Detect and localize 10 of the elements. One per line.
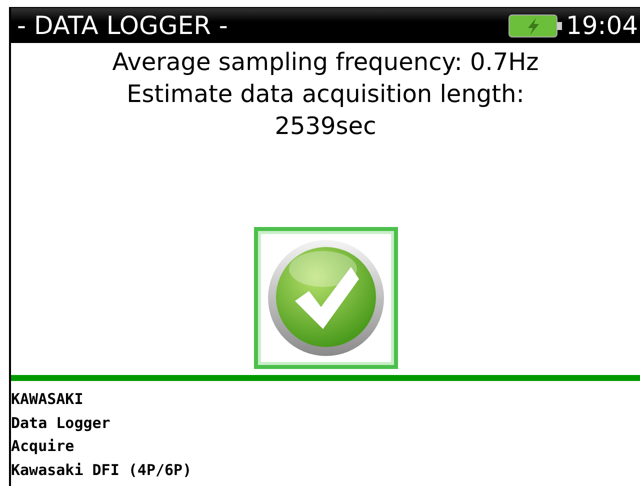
clock: 19:04 bbox=[566, 11, 639, 40]
message-line: Average sampling frequency: 0.7Hz bbox=[112, 47, 539, 78]
window-title: - DATA LOGGER - bbox=[17, 11, 229, 40]
message-line: 2539sec bbox=[274, 111, 376, 142]
breadcrumb-line: Kawasaki DFI (4P/6P) bbox=[11, 460, 193, 480]
breadcrumb-line: Acquire bbox=[11, 436, 76, 457]
confirm-button[interactable] bbox=[254, 227, 398, 369]
breadcrumb-line: Data Logger bbox=[11, 412, 112, 434]
breadcrumb-line: KAWASAKI bbox=[11, 389, 84, 410]
message-line: Estimate data acquisition length: bbox=[126, 79, 524, 110]
